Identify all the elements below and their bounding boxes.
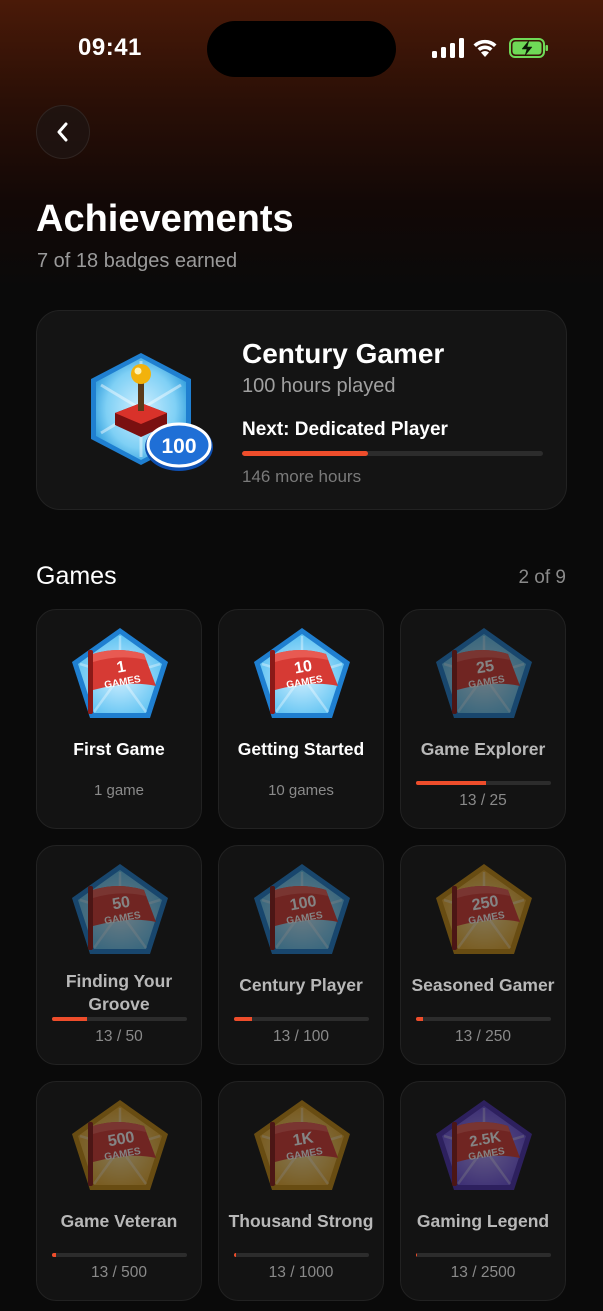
badge-requirement: 1 game (93, 782, 145, 799)
badge-name: First Game (73, 739, 165, 759)
badge-progress-text: 13 / 500 (90, 1264, 148, 1281)
flag-badge-icon: 50GAMES (72, 864, 168, 954)
flag-badge-icon: 25GAMES (436, 628, 532, 718)
badge-name: Getting Started (237, 739, 365, 759)
badge-progress-fill (234, 1017, 252, 1021)
cellular-signal-icon (432, 38, 464, 58)
featured-next-label: Next: Dedicated Player (242, 419, 448, 440)
badge-number: 25 (475, 658, 496, 678)
badge-progress-bar (52, 1253, 187, 1257)
badge-progress-bar (234, 1253, 369, 1257)
badge-card[interactable]: 100 GAMES Century Player 13 / 100 (218, 845, 384, 1065)
badge-progress-text: 13 / 1000 (268, 1264, 334, 1281)
flag-badge-icon: 2.5KGAMES (436, 1100, 532, 1190)
section-title: Games (36, 562, 117, 590)
flag-badge-icon: 10GAMES (254, 628, 350, 718)
featured-badge-number: 100 (161, 435, 196, 458)
badge-name: Gaming Legend (416, 1211, 550, 1231)
badge-name: Seasoned Gamer (411, 975, 555, 995)
badge-progress-fill (52, 1253, 56, 1257)
page-subtitle: 7 of 18 badges earned (37, 250, 238, 272)
featured-progress-bar (242, 451, 543, 456)
flag-badge-icon: 250GAMES (436, 864, 532, 954)
featured-progress-fill (242, 451, 369, 456)
badge-name: Game Veteran (60, 1211, 178, 1231)
badge-progress-bar (234, 1017, 369, 1021)
badge-card[interactable]: 50 GAMES Finding Your Groove 13 / 50 (36, 845, 202, 1065)
flag-badge-icon: 1GAMES (72, 628, 168, 718)
battery-charging-icon (509, 38, 548, 58)
badge-number: 10 (293, 658, 314, 678)
badge-card[interactable]: 1 GAMES First Game 1 game (36, 609, 202, 829)
badge-progress-text: 13 / 2500 (450, 1264, 516, 1281)
featured-name: Century Gamer (242, 338, 445, 369)
featured-description: 100 hours played (242, 375, 396, 397)
badge-requirement: 10 games (268, 782, 334, 799)
badge-progress-text: 13 / 100 (272, 1028, 330, 1045)
badge-name: Thousand Strong (228, 1211, 374, 1231)
badge-number: 50 (111, 894, 132, 914)
badge-progress-text: 13 / 25 (459, 792, 507, 809)
badge-progress-fill (416, 1253, 418, 1257)
badge-number: 1K (292, 1129, 316, 1149)
badge-card[interactable]: 2.5K GAMES Gaming Legend 13 / 2500 (400, 1081, 566, 1301)
featured-remaining: 146 more hours (242, 467, 362, 486)
badge-progress-fill (416, 1017, 424, 1021)
status-time: 09:41 (78, 34, 142, 61)
badge-progress-bar (416, 1253, 551, 1257)
page-title: Achievements (36, 198, 294, 240)
flag-badge-icon: 1KGAMES (254, 1100, 350, 1190)
joystick-badge-icon: 100 (91, 353, 213, 471)
chevron-left-icon (57, 122, 68, 142)
badge-name: Century Player (239, 975, 363, 995)
badge-progress-fill (52, 1017, 88, 1021)
section-count: 2 of 9 (518, 567, 566, 588)
badge-card[interactable]: 250 GAMES Seasoned Gamer 13 / 250 (400, 845, 566, 1065)
flag-badge-icon: 100GAMES (254, 864, 350, 954)
featured-achievement-card[interactable]: 100 Century Gamer 100 hours played Next:… (36, 310, 567, 510)
badge-name: Finding Your Groove (65, 971, 173, 1014)
badge-progress-text: 13 / 50 (95, 1028, 143, 1045)
dynamic-island (207, 21, 396, 77)
back-button[interactable] (36, 105, 90, 159)
status-bar: 09:41 (0, 0, 603, 96)
badge-card[interactable]: 10 GAMES Getting Started 10 games (218, 609, 384, 829)
badge-card[interactable]: 500 GAMES Game Veteran 13 / 500 (36, 1081, 202, 1301)
flag-badge-icon: 500GAMES (72, 1100, 168, 1190)
badge-card[interactable]: 25 GAMES Game Explorer 13 / 25 (400, 609, 566, 829)
badge-progress-bar (416, 781, 551, 785)
wifi-icon (473, 39, 497, 57)
badge-progress-fill (416, 781, 487, 785)
badge-progress-text: 13 / 250 (454, 1028, 512, 1045)
badge-progress-fill (234, 1253, 236, 1257)
badge-name: Game Explorer (420, 739, 546, 759)
badge-progress-bar (416, 1017, 551, 1021)
badge-card[interactable]: 1K GAMES Thousand Strong 13 / 1000 (218, 1081, 384, 1301)
badge-progress-bar (52, 1017, 187, 1021)
